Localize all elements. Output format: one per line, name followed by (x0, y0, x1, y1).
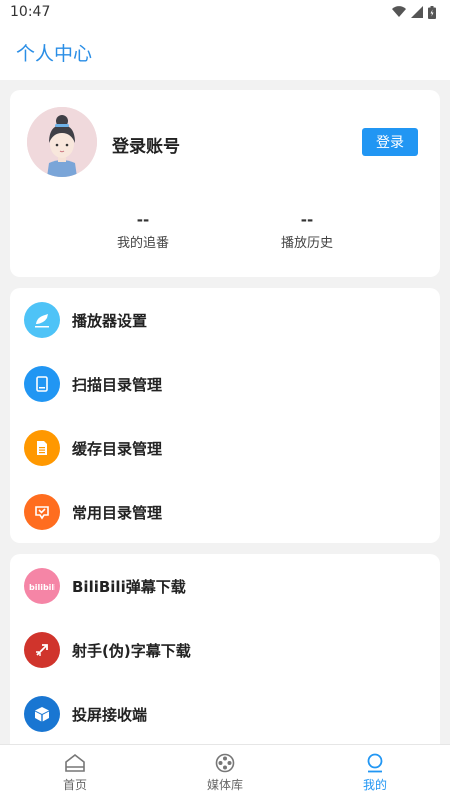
wifi-icon (392, 6, 406, 18)
tab-home[interactable]: 首页 (0, 745, 150, 800)
user-icon (367, 753, 383, 772)
menu-item-player-settings[interactable]: 播放器设置 (10, 288, 440, 352)
menu-item-label: 缓存目录管理 (72, 439, 163, 458)
tab-label: 媒体库 (206, 777, 243, 792)
media-library-icon (215, 753, 235, 772)
menu-item-label: 射手(伪)字幕下载 (72, 641, 191, 660)
menu-item-label: 播放器设置 (72, 311, 148, 330)
stat-value: -- (300, 211, 314, 229)
signal-icon (411, 6, 423, 18)
menu-item-label: BiliBili弹幕下载 (72, 577, 186, 596)
app-header: 个人中心 (0, 24, 450, 80)
menu-item-shooter-subtitle[interactable]: 射手(伪)字幕下载 (10, 618, 440, 682)
cast-receiver-icon (24, 696, 60, 732)
battery-icon (428, 5, 436, 19)
home-icon (65, 753, 85, 772)
menu-item-scan-folder[interactable]: 扫描目录管理 (10, 352, 440, 416)
stat-my-follows[interactable]: -- 我的追番 (83, 210, 203, 251)
menu-item-common-folder[interactable]: 常用目录管理 (10, 480, 440, 544)
stat-label: 播放历史 (280, 236, 333, 251)
page-title: 个人中心 (16, 42, 93, 65)
svg-text:bilibili: bilibili (29, 583, 55, 592)
menu-item-label: 常用目录管理 (72, 503, 163, 522)
tab-mine[interactable]: 我的 (300, 745, 450, 800)
bottom-navigation: 首页 媒体库 我的 (0, 744, 450, 800)
shooter-subtitle-icon (24, 632, 60, 668)
menu-item-label: 扫描目录管理 (72, 375, 163, 394)
stat-label: 我的追番 (116, 236, 169, 251)
tab-label: 我的 (362, 777, 387, 792)
login-button[interactable]: 登录 (362, 128, 418, 156)
login-account-label[interactable]: 登录账号 (112, 132, 180, 157)
stat-play-history[interactable]: -- 播放历史 (247, 210, 367, 251)
status-time: 10:47 (10, 4, 51, 20)
settings-menu-card: 播放器设置 扫描目录管理 缓存目录管理 常用目录管理 (10, 288, 440, 543)
menu-item-bilibili-danmaku[interactable]: bilibili BiliBili弹幕下载 (10, 554, 440, 618)
common-folder-icon (24, 494, 60, 530)
menu-item-cache-folder[interactable]: 缓存目录管理 (10, 416, 440, 480)
bilibili-icon: bilibili (24, 568, 60, 604)
stat-value: -- (136, 211, 150, 229)
player-settings-icon (24, 302, 60, 338)
menu-item-label: 投屏接收端 (72, 705, 148, 724)
cache-folder-icon (24, 430, 60, 466)
avatar[interactable] (27, 107, 97, 177)
status-bar: 10:47 (0, 0, 450, 24)
status-icons (392, 5, 436, 19)
profile-card: 登录账号 登录 -- 我的追番 -- 播放历史 (10, 90, 440, 277)
tools-menu-card: bilibili BiliBili弹幕下载 射手(伪)字幕下载 投屏接收端 (10, 554, 440, 754)
tab-media-library[interactable]: 媒体库 (150, 745, 300, 800)
scan-folder-icon (24, 366, 60, 402)
tab-label: 首页 (62, 777, 87, 792)
menu-item-cast-receiver[interactable]: 投屏接收端 (10, 682, 440, 746)
